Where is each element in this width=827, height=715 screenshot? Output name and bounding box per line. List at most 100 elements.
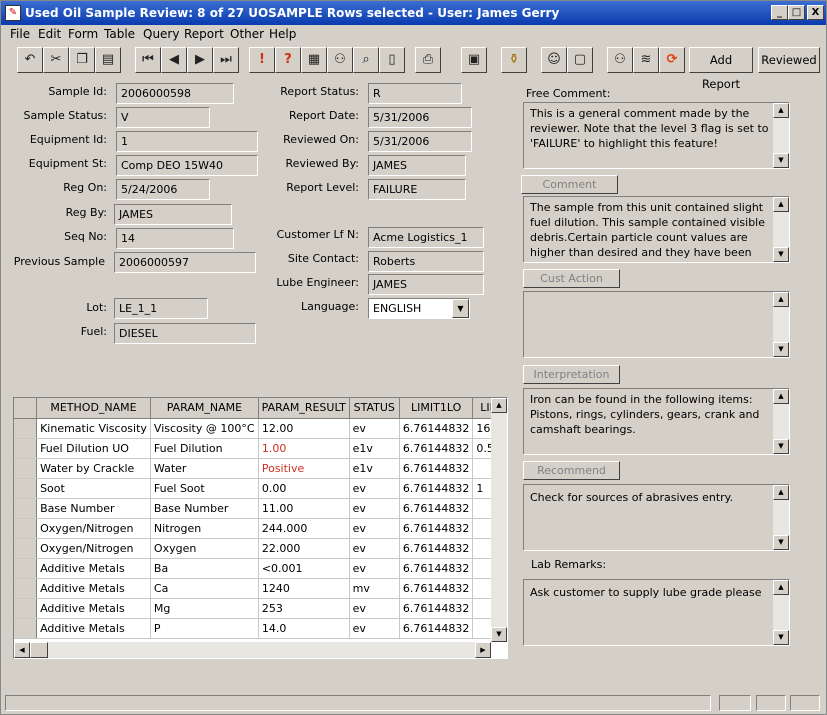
table-cell[interactable]: ev	[349, 478, 400, 499]
column-header[interactable]: PARAM_RESULT	[258, 398, 350, 419]
scroll-left-icon[interactable]: ◀	[14, 642, 30, 658]
table-cell[interactable]: 253	[258, 598, 350, 619]
table-cell[interactable]: ev	[349, 518, 400, 539]
column-header[interactable]: METHOD_NAME	[36, 398, 151, 419]
cust-action-text[interactable]: ▲ ▼	[523, 291, 790, 358]
table-cell[interactable]: ev	[349, 558, 400, 579]
column-header[interactable]: LIMIT1LO	[399, 398, 474, 419]
table-cell[interactable]: Additive Metals	[36, 558, 151, 579]
binoculars-icon[interactable]: ⚇	[327, 47, 353, 73]
table-cell[interactable]: Additive Metals	[36, 598, 151, 619]
table-cell[interactable]: ev	[349, 498, 400, 519]
row-selector[interactable]	[14, 538, 38, 559]
table-cell[interactable]: ev	[349, 418, 400, 439]
row-selector[interactable]	[14, 458, 38, 479]
recommend-text[interactable]: Check for sources of abrasives entry. ▲ ▼	[523, 484, 790, 551]
interpretation-text[interactable]: Iron can be found in the following items…	[523, 388, 790, 455]
table-cell[interactable]: Soot	[36, 478, 151, 499]
grid-vertical-scrollbar[interactable]: ▲ ▼	[491, 398, 507, 642]
table-row[interactable]: Oxygen/Nitrogen Oxygen 22.000 ev 6.76144832	[14, 538, 507, 559]
undo-icon[interactable]: ↶	[17, 47, 43, 73]
table-row[interactable]: Soot Fuel Soot 0.00 ev 6.76144832 1	[14, 478, 507, 499]
scroll-up-icon[interactable]: ▲	[773, 103, 789, 118]
last-record-icon[interactable]: ⏭	[213, 47, 239, 73]
table-cell[interactable]: Kinematic Viscosity	[36, 418, 151, 439]
free-comment-text[interactable]: This is a general comment made by the re…	[523, 102, 790, 169]
table-cell[interactable]: Fuel Dilution UO	[36, 438, 151, 459]
table-cell[interactable]: Mg	[150, 598, 259, 619]
fuel-field[interactable]: DIESEL	[114, 323, 256, 344]
table-cell[interactable]: Oxygen/Nitrogen	[36, 538, 151, 559]
reg-by-field[interactable]: JAMES	[114, 204, 232, 225]
scroll-down-icon[interactable]: ▼	[773, 342, 789, 357]
table-cell[interactable]: Fuel Soot	[150, 478, 259, 499]
scroll-up-icon[interactable]: ▲	[773, 292, 789, 307]
comment-button[interactable]: Comment	[521, 175, 618, 194]
scroll-up-icon[interactable]: ▲	[773, 197, 789, 212]
interpretation-scrollbar[interactable]: ▲ ▼	[773, 389, 789, 454]
table-cell[interactable]: 14.0	[258, 618, 350, 639]
table-row[interactable]: Additive Metals P 14.0 ev 6.76144832	[14, 618, 507, 639]
scroll-down-icon[interactable]: ▼	[773, 535, 789, 550]
row-selector[interactable]	[14, 618, 38, 639]
table-cell[interactable]: Viscosity @ 100°C	[150, 418, 259, 439]
table-row[interactable]: Additive Metals Ba <0.001 ev 6.76144832	[14, 558, 507, 579]
help-question-icon[interactable]: ?	[275, 47, 301, 73]
people-icon[interactable]: ☺	[541, 47, 567, 73]
reviewed-on-field[interactable]: 5/31/2006	[368, 131, 472, 152]
add-report-button[interactable]: Add Report	[689, 47, 753, 91]
sample-id-field[interactable]: 2006000598	[116, 83, 234, 104]
table-cell[interactable]: e1v	[349, 458, 400, 479]
table-cell[interactable]: 0.00	[258, 478, 350, 499]
chart-icon[interactable]: ≋	[633, 47, 659, 73]
seq-no-field[interactable]: 14	[116, 228, 234, 249]
row-selector[interactable]	[14, 578, 38, 599]
table-cell[interactable]: 244.000	[258, 518, 350, 539]
table-cell[interactable]: <0.001	[258, 558, 350, 579]
column-header[interactable]: STATUS	[349, 398, 400, 419]
table-cell[interactable]: 1.00	[258, 438, 350, 459]
table-cell[interactable]: 6.76144832	[399, 418, 474, 439]
first-record-icon[interactable]: ⏮	[135, 47, 161, 73]
table-cell[interactable]: mv	[349, 578, 400, 599]
table-row[interactable]: Additive Metals Ca 1240 mv 6.76144832	[14, 578, 507, 599]
menu-help[interactable]: Help	[269, 27, 296, 41]
menu-edit[interactable]: Edit	[38, 27, 61, 41]
customer-field[interactable]: Acme Logistics_1	[368, 227, 484, 248]
table-cell[interactable]: 1240	[258, 578, 350, 599]
table-cell[interactable]: 6.76144832	[399, 518, 474, 539]
scroll-up-icon[interactable]: ▲	[491, 398, 507, 413]
scroll-down-icon[interactable]: ▼	[773, 247, 789, 262]
equipment-id-field[interactable]: 1	[116, 131, 258, 152]
copy-icon[interactable]: ❐	[69, 47, 95, 73]
row-selector[interactable]	[14, 558, 38, 579]
scroll-down-icon[interactable]: ▼	[773, 630, 789, 645]
report-level-field[interactable]: FAILURE	[368, 179, 466, 200]
lot-field[interactable]: LE_1_1	[114, 298, 208, 319]
grid-vscroll-track[interactable]: ▲ ▼	[491, 398, 507, 642]
cust-action-scrollbar[interactable]: ▲ ▼	[773, 292, 789, 357]
next-record-icon[interactable]: ▶	[187, 47, 213, 73]
scroll-down-icon[interactable]: ▼	[773, 439, 789, 454]
table-cell[interactable]: 22.000	[258, 538, 350, 559]
reviewed-by-field[interactable]: JAMES	[368, 155, 466, 176]
table-cell[interactable]: P	[150, 618, 259, 639]
table-row[interactable]: Fuel Dilution UO Fuel Dilution 1.00 e1v 6.76…	[14, 438, 507, 459]
table-cell[interactable]: Oxygen	[150, 538, 259, 559]
menu-file[interactable]: File	[10, 27, 30, 41]
interpretation-button[interactable]: Interpretation	[523, 365, 620, 384]
table-row[interactable]: Additive Metals Mg 253 ev 6.76144832	[14, 598, 507, 619]
menu-query[interactable]: Query	[143, 27, 179, 41]
report-status-field[interactable]: R	[368, 83, 462, 104]
hscroll-thumb[interactable]	[30, 642, 48, 658]
row-selector[interactable]	[14, 598, 38, 619]
close-button[interactable]: X	[807, 5, 824, 20]
menu-report[interactable]: Report	[184, 27, 224, 41]
row-selector[interactable]	[14, 518, 38, 539]
chevron-down-icon[interactable]: ▼	[452, 299, 469, 318]
table-row[interactable]: Base Number Base Number 11.00 ev 6.76144832	[14, 498, 507, 519]
table-cell[interactable]: Ca	[150, 578, 259, 599]
reviewed-button[interactable]: Reviewed	[758, 47, 820, 73]
report-date-field[interactable]: 5/31/2006	[368, 107, 472, 128]
scroll-up-icon[interactable]: ▲	[773, 485, 789, 500]
